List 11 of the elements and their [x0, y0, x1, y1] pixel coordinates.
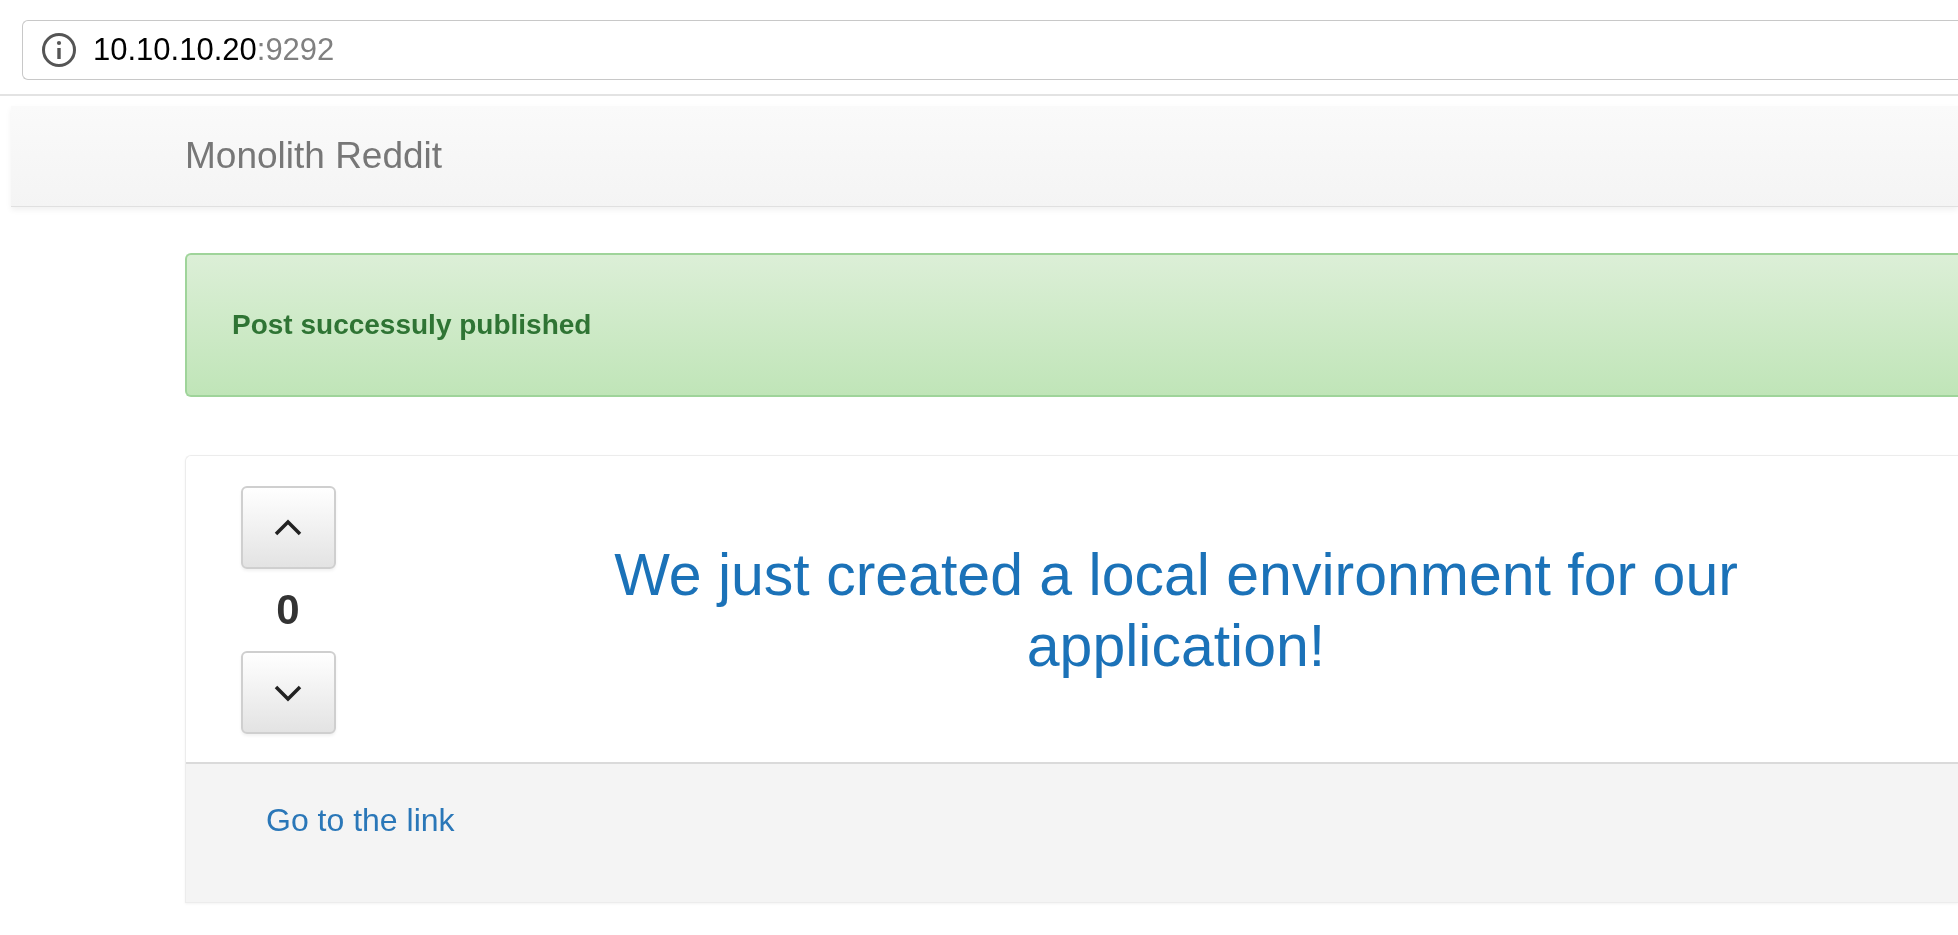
post-title-link[interactable]: We just created a local environment for our application! [486, 540, 1866, 682]
alert-message: Post successuly published [232, 309, 592, 341]
chevron-up-icon [273, 517, 303, 538]
address-bar[interactable]: 10.10.10.20:9292 [22, 20, 1958, 80]
downvote-button[interactable] [240, 651, 336, 735]
url-text: 10.10.10.20:9292 [93, 32, 335, 68]
upvote-button[interactable] [240, 486, 336, 569]
info-icon[interactable] [41, 32, 77, 68]
go-to-link[interactable]: Go to the link [266, 802, 455, 839]
vote-count: 0 [276, 585, 300, 635]
brand-link[interactable]: Monolith Reddit [185, 135, 443, 177]
